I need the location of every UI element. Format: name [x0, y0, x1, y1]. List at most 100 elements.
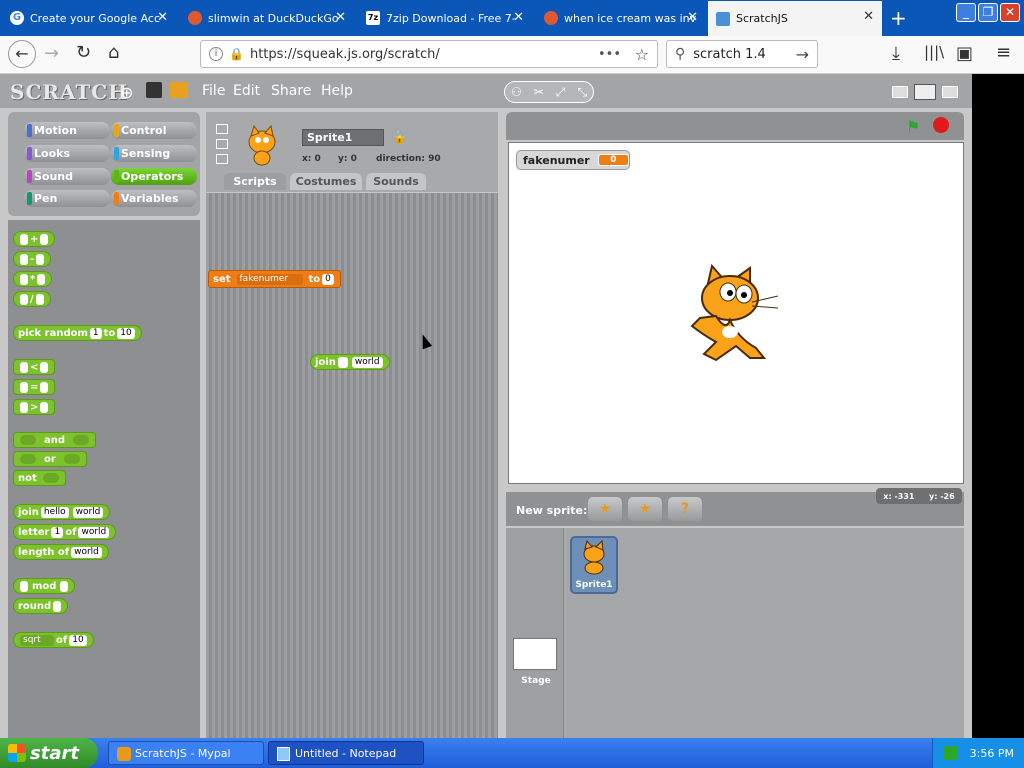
- sidebar-icon[interactable]: ▣: [956, 43, 973, 64]
- search-bar[interactable]: ⚲ scratch 1.4 →: [666, 40, 818, 68]
- menu-share[interactable]: Share: [271, 83, 311, 99]
- hamburger-menu-icon[interactable]: ≡: [996, 42, 1011, 63]
- block-divide[interactable]: /: [13, 291, 51, 307]
- block-input[interactable]: 1: [89, 327, 102, 339]
- block-input[interactable]: 10: [69, 634, 87, 646]
- sprite-thumbnail[interactable]: Sprite1: [570, 536, 618, 594]
- block-multiply[interactable]: *: [13, 271, 53, 287]
- tab-ice-cream[interactable]: when ice cream was inv ✕: [536, 2, 706, 34]
- share-icon[interactable]: [170, 82, 188, 98]
- close-icon[interactable]: ✕: [513, 10, 524, 25]
- no-rotate-icon[interactable]: [216, 154, 228, 164]
- block-input[interactable]: world: [71, 546, 102, 558]
- category-looks[interactable]: Looks: [24, 145, 110, 162]
- block-set-variable[interactable]: set fakenumer to 0: [208, 270, 341, 288]
- grow-tool-icon[interactable]: ⤢: [556, 85, 566, 100]
- tab-google[interactable]: G Create your Google Acc ✕: [2, 2, 176, 34]
- block-letter-of[interactable]: letter 1 of world: [13, 524, 117, 540]
- block-input[interactable]: world: [351, 356, 383, 368]
- shrink-tool-icon[interactable]: ⤡: [577, 85, 587, 100]
- new-tab-button[interactable]: +: [890, 6, 907, 30]
- category-sound[interactable]: Sound: [24, 168, 110, 185]
- block-input[interactable]: world: [78, 526, 110, 538]
- block-input[interactable]: world: [72, 506, 104, 518]
- block-sqrt-of[interactable]: sqrt of 10: [13, 632, 94, 648]
- stop-sign-icon[interactable]: [933, 117, 949, 133]
- back-arrow-icon[interactable]: ←: [8, 40, 36, 68]
- task-scratchjs[interactable]: ScratchJS - Mypal: [108, 741, 264, 765]
- info-icon[interactable]: i: [209, 47, 223, 61]
- close-icon[interactable]: ✕: [157, 10, 168, 25]
- block-subtract[interactable]: -: [13, 251, 52, 267]
- task-notepad[interactable]: Untitled - Notepad: [268, 741, 424, 765]
- delete-tool-icon[interactable]: ✂: [534, 85, 544, 99]
- forward-arrow-icon[interactable]: →: [44, 43, 59, 64]
- category-motion[interactable]: Motion: [24, 122, 110, 139]
- minimize-button[interactable]: _: [956, 3, 976, 22]
- url-bar[interactable]: i 🔒 https://squeak.js.org/scratch/ ••• ☆: [200, 40, 658, 68]
- block-input[interactable]: [337, 356, 348, 368]
- block-and[interactable]: and: [13, 432, 97, 448]
- tab-7zip[interactable]: 7z 7zip Download - Free 7- ✕: [358, 2, 532, 34]
- flip-style-icon[interactable]: [216, 139, 228, 149]
- stage-thumbnail[interactable]: [513, 638, 557, 670]
- block-or[interactable]: or: [13, 451, 87, 467]
- variable-dropdown[interactable]: fakenumer: [236, 273, 303, 285]
- close-icon[interactable]: ✕: [335, 10, 346, 25]
- close-icon[interactable]: ✕: [687, 10, 698, 25]
- block-not[interactable]: not: [13, 470, 66, 486]
- start-button[interactable]: start: [0, 738, 98, 768]
- reload-icon[interactable]: ↻: [76, 42, 91, 63]
- category-operators[interactable]: Operators: [111, 168, 197, 185]
- search-go-icon[interactable]: →: [796, 45, 809, 64]
- bookmark-star-icon[interactable]: ☆: [635, 45, 649, 64]
- network-icon[interactable]: [943, 746, 957, 760]
- search-input[interactable]: scratch 1.4: [693, 47, 766, 62]
- tab-costumes[interactable]: Costumes: [290, 173, 362, 190]
- close-icon[interactable]: ✕: [863, 9, 874, 24]
- duplicate-tool-icon[interactable]: ⚇: [511, 85, 522, 99]
- block-mod[interactable]: mod: [13, 578, 76, 594]
- block-add[interactable]: +: [13, 231, 56, 247]
- block-input[interactable]: 0: [322, 273, 334, 285]
- save-icon[interactable]: [146, 82, 162, 98]
- block-greater-than[interactable]: >: [13, 399, 56, 415]
- category-control[interactable]: Control: [111, 122, 197, 139]
- rotate-style-icon[interactable]: [216, 124, 228, 134]
- block-join[interactable]: join hello world: [13, 504, 111, 520]
- presentation-mode-icon[interactable]: [942, 86, 958, 98]
- block-input[interactable]: hello: [40, 506, 69, 518]
- lock-icon[interactable]: 🔒: [392, 130, 407, 144]
- surprise-sprite-button[interactable]: ?: [668, 497, 702, 521]
- home-icon[interactable]: ⌂: [108, 42, 119, 63]
- block-input[interactable]: 1: [51, 526, 64, 538]
- library-icon[interactable]: |||\: [924, 43, 944, 61]
- globe-icon[interactable]: ⊕: [120, 83, 133, 102]
- tab-sounds[interactable]: Sounds: [366, 173, 426, 190]
- block-length-of[interactable]: length of world: [13, 544, 109, 560]
- cat-sprite[interactable]: [686, 262, 782, 364]
- block-input[interactable]: 10: [117, 327, 135, 339]
- block-dropdown[interactable]: sqrt: [20, 634, 54, 646]
- green-flag-icon[interactable]: ⚑: [906, 117, 920, 136]
- block-join-script[interactable]: join world: [310, 354, 390, 370]
- maximize-button[interactable]: ❐: [978, 3, 998, 22]
- tab-duckduckgo[interactable]: slimwin at DuckDuckGo ✕: [180, 2, 354, 34]
- sprite-name-field[interactable]: Sprite1: [302, 129, 384, 146]
- normal-stage-icon[interactable]: [914, 84, 936, 100]
- close-window-button[interactable]: ✕: [1000, 3, 1020, 22]
- tab-scratchjs[interactable]: ScratchJS ✕: [708, 1, 882, 36]
- tab-scripts[interactable]: Scripts: [224, 173, 286, 190]
- menu-edit[interactable]: Edit: [233, 83, 260, 99]
- page-actions-icon[interactable]: •••: [598, 47, 621, 62]
- download-icon[interactable]: ⤓: [892, 43, 900, 64]
- block-round[interactable]: round: [13, 598, 69, 614]
- block-equals[interactable]: =: [13, 379, 56, 395]
- menu-help[interactable]: Help: [321, 83, 353, 99]
- block-less-than[interactable]: <: [13, 359, 56, 375]
- category-pen[interactable]: Pen: [24, 190, 110, 207]
- block-pick-random[interactable]: pick random 1 to 10: [13, 325, 142, 341]
- menu-file[interactable]: File: [202, 83, 225, 99]
- choose-sprite-button[interactable]: ★: [628, 497, 662, 521]
- category-variables[interactable]: Variables: [111, 190, 197, 207]
